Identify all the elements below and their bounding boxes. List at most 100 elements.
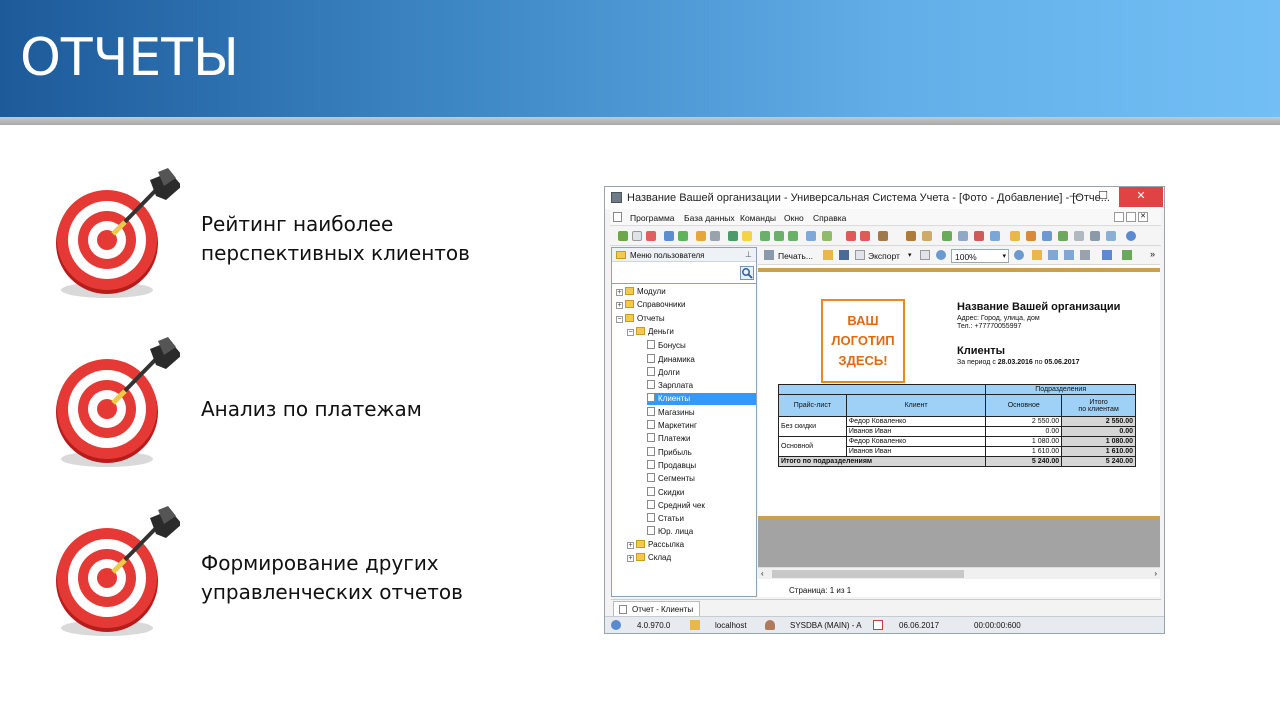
scrollbar-thumb[interactable] xyxy=(772,570,964,578)
menu-commands[interactable]: Команды xyxy=(740,213,776,223)
tree-item-14[interactable]: Сегменты xyxy=(647,473,695,485)
tab-report-clients[interactable]: Отчет - Клиенты xyxy=(613,601,701,616)
tree-expander-icon[interactable]: − xyxy=(616,315,623,323)
toolbar-users-icon[interactable] xyxy=(1026,231,1036,241)
toolbar-open-doc-icon[interactable] xyxy=(860,231,870,241)
tab-label: Отчет - Клиенты xyxy=(632,605,694,614)
tree-item-12[interactable]: Прибыль xyxy=(647,446,692,459)
tree-expander-icon[interactable]: + xyxy=(627,541,634,549)
tree-item-10[interactable]: Маркетинг xyxy=(647,420,697,432)
tree-item-5[interactable]: Динамика xyxy=(647,353,695,366)
window-titlebar[interactable]: Название Вашей организации - Универсальн… xyxy=(605,187,1164,209)
toolbar-print-icon[interactable] xyxy=(1090,231,1100,241)
tree-expander-icon[interactable]: + xyxy=(616,302,623,310)
zoom-in-icon[interactable] xyxy=(936,250,946,260)
open-icon[interactable] xyxy=(823,250,833,260)
menu-database[interactable]: База данных xyxy=(684,213,735,223)
menu-window[interactable]: Окно xyxy=(784,213,804,223)
tree-item-6[interactable]: Долги xyxy=(647,366,680,379)
toolbar-money-icon[interactable] xyxy=(1058,231,1068,241)
tree-item-7[interactable]: Зарплата xyxy=(647,380,693,392)
page-setup-icon[interactable] xyxy=(920,250,930,260)
toolbar-share-icon[interactable] xyxy=(1106,231,1116,241)
client-cell: Иванов Иван xyxy=(845,426,987,437)
horizontal-scrollbar[interactable]: ‹ › xyxy=(758,567,1160,579)
toolbar-list-icon[interactable] xyxy=(958,231,968,241)
tree-item-20[interactable]: Склад xyxy=(636,553,671,565)
page-prev-icon[interactable] xyxy=(1048,250,1058,260)
tree-item-8[interactable]: Клиенты xyxy=(647,393,756,406)
print-icon[interactable] xyxy=(764,250,774,260)
toolbar-filter-icon[interactable] xyxy=(696,231,706,241)
toolbar-lock-icon[interactable] xyxy=(1010,231,1020,241)
toolbar-new-doc-icon[interactable] xyxy=(846,231,856,241)
export-dropdown-icon[interactable]: ▾ xyxy=(908,251,912,259)
toolbar-search-icon[interactable] xyxy=(664,231,674,241)
tree-item-9[interactable]: Магазины xyxy=(647,406,695,419)
tree-item-0[interactable]: Модули xyxy=(625,287,666,299)
tree-expander-icon[interactable]: + xyxy=(627,555,634,562)
toolbar-delete-icon[interactable] xyxy=(646,231,656,241)
toolbar-note-icon[interactable] xyxy=(742,231,752,241)
print-button[interactable]: Печать... xyxy=(778,251,813,261)
tree-item-16[interactable]: Средний чек xyxy=(647,499,705,512)
toolbar-window-icon[interactable] xyxy=(806,231,816,241)
tree-item-4[interactable]: Бонусы xyxy=(647,340,686,352)
search-icon[interactable] xyxy=(740,266,754,280)
menu-program[interactable]: Программа xyxy=(630,213,675,223)
export-button[interactable]: Экспорт xyxy=(868,251,900,261)
toolbar-book-icon[interactable] xyxy=(878,231,888,241)
toolbar-report-icon[interactable] xyxy=(822,231,832,241)
toolbar-calendar-icon[interactable] xyxy=(1074,231,1084,241)
mdi-close-icon[interactable]: ✕ xyxy=(1138,212,1148,222)
export-icon[interactable] xyxy=(855,250,865,260)
menu-help[interactable]: Справка xyxy=(813,213,846,223)
zoom-select[interactable]: 100% ▾ xyxy=(951,249,1009,263)
toolbar-refresh-icon[interactable] xyxy=(678,231,688,241)
pin-icon[interactable]: ⊥ xyxy=(745,250,752,259)
toolbar-export-icon[interactable] xyxy=(974,231,984,241)
close-icon[interactable]: ✕ xyxy=(1119,187,1163,207)
scroll-right-icon[interactable]: › xyxy=(1154,569,1157,578)
tree-item-label: Платежи xyxy=(658,434,691,444)
maximize-icon[interactable]: ☐ xyxy=(1089,187,1117,207)
toolbar-tools-icon[interactable] xyxy=(906,231,916,241)
toolbar-key-icon[interactable] xyxy=(1042,231,1052,241)
tree-expander-icon[interactable]: + xyxy=(616,289,623,296)
tree-expander-icon[interactable]: − xyxy=(627,328,634,336)
fullscreen-icon[interactable] xyxy=(1102,250,1112,260)
toolbar-copy-icon[interactable] xyxy=(632,231,642,241)
toolbar-info-icon[interactable] xyxy=(1126,231,1136,241)
save-icon[interactable] xyxy=(839,250,849,260)
toolbar-link-icon[interactable] xyxy=(728,231,738,241)
tree-item-2[interactable]: Отчеты xyxy=(625,313,665,326)
tree-item-18[interactable]: Юр. лица xyxy=(647,526,693,538)
zoom-out-icon[interactable] xyxy=(1014,250,1024,260)
toolbar-chart-icon[interactable] xyxy=(942,231,952,241)
menu-search-bar[interactable] xyxy=(612,262,756,284)
settings-icon[interactable] xyxy=(1122,250,1132,260)
mdi-minimize-icon[interactable] xyxy=(1114,212,1124,222)
scroll-left-icon[interactable]: ‹ xyxy=(761,569,764,578)
tree-item-17[interactable]: Статьи xyxy=(647,513,684,525)
toolbar-wrench-icon[interactable] xyxy=(922,231,932,241)
tree-item-13[interactable]: Продавцы xyxy=(647,459,696,472)
page-next-icon[interactable] xyxy=(1064,250,1074,260)
toolbar-settings-icon[interactable] xyxy=(710,231,720,241)
mdi-restore-icon[interactable] xyxy=(1126,212,1136,222)
overflow-chevron-icon[interactable]: » xyxy=(1150,249,1155,259)
tree-item-3[interactable]: Деньги xyxy=(636,326,674,339)
toolbar-back-icon[interactable] xyxy=(760,231,770,241)
tree-item-15[interactable]: Скидки xyxy=(647,486,684,499)
tree-item-11[interactable]: Платежи xyxy=(647,433,690,445)
toolbar-add-icon[interactable] xyxy=(618,231,628,241)
header-price-list: Прайс-лист xyxy=(778,394,847,417)
minimize-icon[interactable]: — xyxy=(1061,187,1089,207)
page-first-icon[interactable] xyxy=(1032,250,1042,260)
toolbar-forward-icon[interactable] xyxy=(774,231,784,241)
tree-item-19[interactable]: Рассылка xyxy=(636,539,684,552)
toolbar-mail-icon[interactable] xyxy=(990,231,1000,241)
toolbar-up-icon[interactable] xyxy=(788,231,798,241)
page-last-icon[interactable] xyxy=(1080,250,1090,260)
tree-item-1[interactable]: Справочники xyxy=(625,300,685,312)
